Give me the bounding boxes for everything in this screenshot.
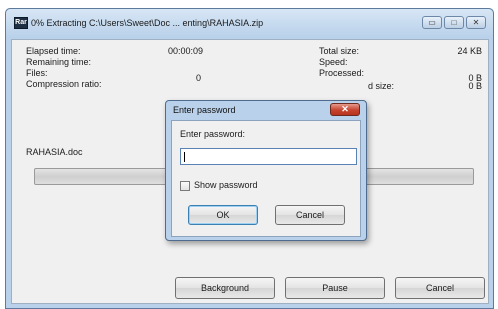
packed-size-value: 0 B	[468, 81, 482, 91]
total-size-label: Total size:	[319, 46, 360, 56]
compression-ratio-label: Compression ratio:	[26, 79, 102, 89]
elapsed-time-value: 00:00:09	[168, 46, 204, 56]
minimize-icon: ▭	[428, 18, 436, 27]
restore-button[interactable]: □	[444, 16, 464, 29]
restore-icon: □	[451, 18, 457, 27]
speed-label: Speed:	[319, 57, 348, 67]
password-input[interactable]	[180, 148, 357, 165]
close-icon: ✕	[341, 104, 349, 114]
window-title: 0% Extracting C:\Users\Sweet\Doc ... ent…	[31, 18, 264, 28]
password-label: Enter password:	[180, 129, 246, 139]
files-label: Files:	[26, 68, 48, 78]
show-password-label[interactable]: Show password	[194, 180, 258, 190]
enter-password-dialog: Enter password ✕ Enter password: Show pa…	[165, 100, 367, 241]
show-password-checkbox[interactable]	[180, 181, 190, 191]
processed-label: Processed:	[319, 68, 365, 78]
close-button[interactable]: ✕	[466, 16, 486, 29]
dialog-body: Enter password: Show password OK Cancel	[171, 120, 361, 237]
minimize-button[interactable]: ▭	[422, 16, 442, 29]
current-file-name: RAHASIA.doc	[26, 147, 83, 157]
dialog-close-button[interactable]: ✕	[330, 103, 360, 116]
cancel-button[interactable]: Cancel	[395, 277, 485, 299]
text-caret	[184, 152, 185, 162]
files-value: 0	[196, 73, 202, 83]
extraction-window: Rar 0% Extracting C:\Users\Sweet\Doc ...…	[5, 8, 494, 309]
winrar-app-icon: Rar	[14, 17, 28, 29]
total-size-value: 24 KB	[457, 46, 482, 56]
close-icon: ✕	[472, 18, 480, 27]
title-bar[interactable]: Rar 0% Extracting C:\Users\Sweet\Doc ...…	[6, 9, 493, 37]
ok-button[interactable]: OK	[188, 205, 258, 225]
packed-size-label: d size:	[368, 81, 395, 91]
dialog-title: Enter password	[173, 105, 236, 115]
pause-button[interactable]: Pause	[285, 277, 385, 299]
background-button[interactable]: Background	[175, 277, 275, 299]
elapsed-time-label: Elapsed time:	[26, 46, 81, 56]
dialog-cancel-button[interactable]: Cancel	[275, 205, 345, 225]
remaining-time-label: Remaining time:	[26, 57, 92, 67]
